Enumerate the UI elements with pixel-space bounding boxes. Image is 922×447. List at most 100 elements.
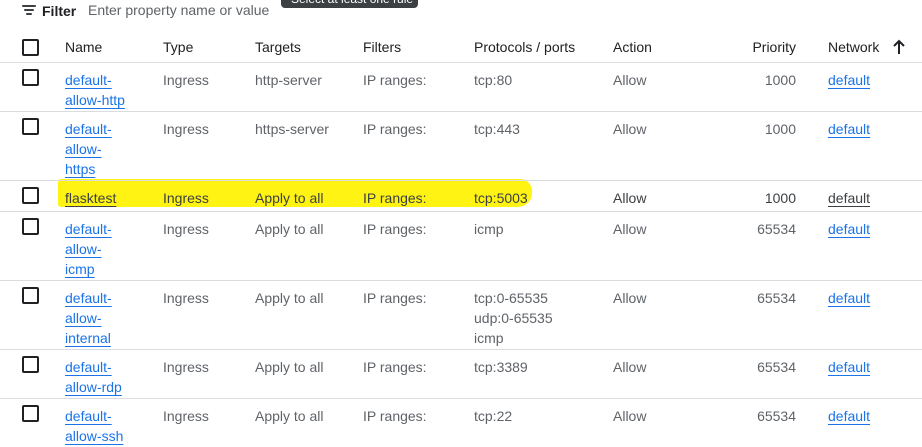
row-checkbox[interactable]	[22, 69, 39, 86]
network-link[interactable]: default	[828, 219, 870, 239]
rule-name-link[interactable]: allow-http	[65, 90, 145, 110]
rule-action: Allow	[613, 359, 647, 375]
protocol-entry: tcp:443	[474, 121, 520, 137]
rule-name-link[interactable]: default-	[65, 219, 145, 239]
rule-name-cell: default-allow-internal	[65, 288, 145, 348]
network-link[interactable]: default	[828, 119, 870, 139]
rule-filters: IP ranges:	[363, 190, 427, 206]
rule-name-link[interactable]: allow-ssh	[65, 426, 145, 446]
select-all-checkbox[interactable]	[22, 39, 39, 56]
network-link[interactable]: default	[828, 357, 870, 377]
rule-name-link[interactable]: allow-	[65, 308, 145, 328]
protocol-entry: tcp:3389	[474, 359, 528, 375]
rule-type: Ingress	[163, 408, 209, 424]
rule-type: Ingress	[163, 121, 209, 137]
column-header-protocols[interactable]: Protocols / ports	[474, 37, 575, 57]
rule-protocols: tcp:443	[474, 119, 520, 139]
rule-protocols: icmp	[474, 219, 504, 239]
table-row[interactable]: default-allow-rdp Ingress Apply to all IP r…	[0, 349, 922, 399]
protocol-entry: tcp:80	[474, 72, 513, 88]
rule-targets: https-server	[255, 121, 329, 137]
row-checkbox[interactable]	[22, 356, 39, 373]
table-row[interactable]: default-allow-internal Ingress Apply to al…	[0, 280, 922, 350]
row-checkbox[interactable]	[22, 405, 39, 422]
rule-name-link[interactable]: icmp	[65, 259, 145, 279]
rule-filters: IP ranges:	[363, 221, 427, 237]
rule-action: Allow	[613, 72, 647, 88]
rule-targets: Apply to all	[255, 290, 324, 306]
table-row[interactable]: default-allow-http Ingress http-server IP r…	[0, 62, 922, 112]
column-header-name[interactable]: Name	[65, 37, 145, 57]
rule-name-link[interactable]: https	[65, 159, 145, 179]
rule-type: Ingress	[163, 359, 209, 375]
rule-name-cell: default-allow-http	[65, 70, 145, 110]
protocol-entry: icmp	[474, 330, 504, 346]
table-row[interactable]: default-allow-https Ingress https-server IP…	[0, 111, 922, 181]
rule-name-cell: default-allow-https	[65, 119, 145, 179]
column-header-network[interactable]: Network	[828, 37, 879, 57]
rule-filters: IP ranges:	[363, 121, 427, 137]
rule-name-link[interactable]: allow-rdp	[65, 377, 145, 397]
column-header-targets[interactable]: Targets	[255, 37, 301, 57]
protocol-entry: udp:0-65535	[474, 310, 553, 326]
network-link[interactable]: default	[828, 70, 870, 90]
rule-type: Ingress	[163, 221, 209, 237]
rule-name-cell: default-allow-icmp	[65, 219, 145, 279]
row-checkbox[interactable]	[22, 287, 39, 304]
rule-name-link[interactable]: default-	[65, 70, 145, 90]
rule-name-link[interactable]: internal	[65, 328, 145, 348]
rule-name-cell: default-allow-ssh	[65, 406, 145, 446]
rule-priority: 1000	[764, 72, 796, 88]
row-checkbox[interactable]	[22, 218, 39, 235]
rule-priority: 65534	[757, 408, 796, 424]
row-checkbox[interactable]	[22, 118, 39, 135]
protocol-entry: icmp	[474, 221, 504, 237]
filter-icon[interactable]	[22, 5, 36, 16]
rule-action: Allow	[613, 408, 647, 424]
rule-protocols: tcp:5003	[474, 188, 528, 208]
rule-name-link[interactable]: default-	[65, 406, 145, 426]
column-header-action[interactable]: Action	[613, 37, 652, 57]
rule-action: Allow	[613, 290, 647, 306]
column-header-priority[interactable]: Priority	[752, 37, 796, 57]
table-row[interactable]: flasktest Ingress Apply to all IP ranges: tc…	[0, 180, 922, 212]
rule-name-cell: default-allow-rdp	[65, 357, 145, 397]
rule-action: Allow	[613, 190, 647, 206]
rule-name-link[interactable]: default-	[65, 288, 145, 308]
protocol-entry: tcp:0-65535	[474, 290, 548, 306]
filter-input[interactable]	[88, 0, 278, 20]
table-row[interactable]: default-allow-icmp Ingress Apply to all IP …	[0, 211, 922, 281]
network-link[interactable]: default	[828, 406, 870, 426]
rule-targets: http-server	[255, 72, 322, 88]
arrow-up-icon[interactable]	[892, 39, 906, 55]
rule-priority: 1000	[764, 190, 796, 206]
rule-targets: Apply to all	[255, 359, 324, 375]
table-header: Name Type Targets Filters Protocols / po…	[0, 31, 922, 63]
rule-protocols: tcp:80	[474, 70, 512, 90]
protocol-entry: tcp:22	[474, 408, 513, 424]
rule-name-link[interactable]: default-	[65, 119, 145, 139]
filter-label: Filter	[42, 3, 77, 19]
rule-name-link[interactable]: allow-	[65, 239, 145, 259]
rule-targets: Apply to all	[255, 221, 324, 237]
rule-filters: IP ranges:	[363, 290, 427, 306]
rule-name-link[interactable]: default-	[65, 357, 145, 377]
column-header-filters[interactable]: Filters	[363, 37, 401, 57]
network-link[interactable]: default	[828, 188, 870, 208]
rule-action: Allow	[613, 121, 647, 137]
rule-filters: IP ranges:	[363, 408, 427, 424]
rule-protocols: tcp:22	[474, 406, 512, 426]
tooltip: Select at least one rule	[281, 0, 418, 8]
rule-type: Ingress	[163, 190, 209, 206]
rule-priority: 65534	[757, 359, 796, 375]
rule-priority: 65534	[757, 221, 796, 237]
row-checkbox[interactable]	[22, 187, 39, 204]
network-link[interactable]: default	[828, 288, 870, 308]
rule-name-link[interactable]: allow-	[65, 139, 145, 159]
rule-priority: 1000	[764, 121, 796, 137]
rule-protocols: tcp:3389	[474, 357, 528, 377]
column-header-type[interactable]: Type	[163, 37, 193, 57]
rule-protocols: tcp:0-65535 udp:0-65535 icmp	[474, 288, 553, 348]
rule-type: Ingress	[163, 72, 209, 88]
rule-name-link[interactable]: flasktest	[65, 188, 145, 208]
